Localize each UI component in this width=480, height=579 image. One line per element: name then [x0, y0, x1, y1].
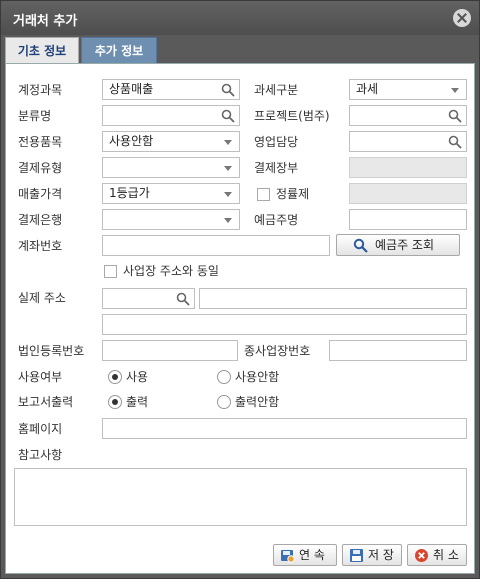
- use-status-label: 사용여부: [18, 370, 63, 384]
- report-output-option-noprint: 출력안함: [235, 395, 280, 409]
- dedicated-item-select[interactable]: 사용안함: [102, 131, 240, 152]
- tab-basic-info[interactable]: 기초 정보: [5, 37, 79, 63]
- same-as-business-checkbox[interactable]: [104, 265, 117, 278]
- report-output-radio-print[interactable]: [108, 395, 122, 409]
- corp-reg-no-input[interactable]: [102, 340, 238, 361]
- save-icon: [350, 549, 363, 562]
- window-title: 거래처 추가: [13, 14, 78, 29]
- project-label: 프로젝트(범주): [254, 109, 330, 123]
- use-status-radio-use[interactable]: [108, 370, 122, 384]
- chevron-down-icon: [451, 88, 459, 93]
- chevron-down-icon: [224, 192, 232, 197]
- same-as-business-label: 사업장 주소와 동일: [123, 264, 219, 278]
- depositor-input[interactable]: [349, 209, 467, 230]
- search-icon[interactable]: [448, 135, 462, 149]
- notes-textarea[interactable]: [14, 468, 467, 526]
- refresh-save-icon: [281, 550, 295, 563]
- dialog-window: 거래처 추가 기초 정보 추가 정보 계정과목 상품매출 과세구분 과세 분류명…: [0, 0, 480, 579]
- account-input[interactable]: 상품매출: [102, 79, 240, 100]
- use-status-option-use: 사용: [126, 370, 149, 384]
- account-value: 상품매출: [109, 82, 154, 96]
- report-output-label: 보고서출력: [18, 395, 74, 409]
- search-icon[interactable]: [221, 83, 235, 97]
- tab-extra-info[interactable]: 추가 정보: [81, 37, 157, 63]
- payment-ledger-field: [349, 157, 467, 178]
- search-icon[interactable]: [448, 109, 462, 123]
- use-status-option-unused: 사용안함: [235, 370, 280, 384]
- save-button[interactable]: 저 장: [342, 544, 402, 566]
- sales-price-value: 1등급가: [109, 186, 150, 200]
- use-status-radio-unused[interactable]: [217, 370, 231, 384]
- payment-bank-select[interactable]: [102, 209, 240, 230]
- zipcode-input[interactable]: [102, 288, 195, 309]
- sub-business-no-input[interactable]: [329, 340, 467, 361]
- project-input[interactable]: [349, 105, 467, 126]
- tax-type-label: 과세구분: [254, 83, 299, 97]
- address-line2-input[interactable]: [102, 314, 467, 335]
- search-icon[interactable]: [221, 109, 235, 123]
- depositor-lookup-button[interactable]: 예금주 조회: [336, 234, 460, 256]
- sales-price-select[interactable]: 1등급가: [102, 183, 240, 204]
- sub-business-no-label: 종사업장번호: [244, 344, 311, 358]
- sales-price-label: 매출가격: [18, 187, 63, 201]
- category-input[interactable]: [102, 105, 240, 126]
- notes-label: 참고사항: [18, 448, 63, 462]
- depositor-lookup-label: 예금주 조회: [375, 238, 435, 252]
- category-label: 분류명: [18, 109, 52, 123]
- payment-ledger-label: 결제장부: [254, 161, 299, 175]
- fixed-rate-label: 정률제: [276, 187, 310, 201]
- account-label: 계정과목: [18, 83, 63, 97]
- homepage-input[interactable]: [102, 418, 467, 439]
- save-label: 저 장: [368, 548, 394, 562]
- sales-rep-label: 영업담당: [254, 135, 299, 149]
- depositor-label: 예금주명: [254, 213, 299, 227]
- chevron-down-icon: [224, 218, 232, 223]
- form-panel: 계정과목 상품매출 과세구분 과세 분류명 프로젝트(범주) 전용품목 사용안함…: [5, 63, 475, 574]
- account-number-label: 계좌번호: [18, 239, 63, 253]
- account-number-input[interactable]: [102, 235, 330, 256]
- payment-type-label: 결제유형: [18, 161, 63, 175]
- search-icon[interactable]: [176, 292, 190, 306]
- title-bar[interactable]: 거래처 추가: [1, 1, 479, 35]
- dedicated-item-value: 사용안함: [109, 134, 154, 148]
- continue-button[interactable]: 연 속: [273, 544, 337, 566]
- address-line1-input[interactable]: [199, 288, 467, 309]
- payment-type-select[interactable]: [102, 157, 240, 178]
- homepage-label: 홈페이지: [18, 422, 63, 436]
- close-icon[interactable]: [453, 9, 471, 27]
- fixed-rate-checkbox[interactable]: [257, 188, 270, 201]
- continue-label: 연 속: [299, 548, 325, 562]
- tax-type-select[interactable]: 과세: [349, 79, 467, 100]
- sales-rep-input[interactable]: [349, 131, 467, 152]
- cancel-button[interactable]: 취 소: [407, 544, 467, 566]
- corp-reg-no-label: 법인등록번호: [18, 344, 85, 358]
- report-output-radio-noprint[interactable]: [217, 395, 231, 409]
- dedicated-item-label: 전용품목: [18, 135, 63, 149]
- fixed-rate-field: [349, 183, 467, 204]
- report-output-option-print: 출력: [126, 395, 149, 409]
- cancel-label: 취 소: [433, 548, 459, 562]
- address-label: 실제 주소: [18, 291, 66, 305]
- chevron-down-icon: [224, 166, 232, 171]
- payment-bank-label: 결제은행: [18, 213, 63, 227]
- tax-type-value: 과세: [356, 82, 379, 96]
- chevron-down-icon: [224, 140, 232, 145]
- search-icon: [353, 238, 368, 253]
- cancel-icon: [415, 549, 428, 562]
